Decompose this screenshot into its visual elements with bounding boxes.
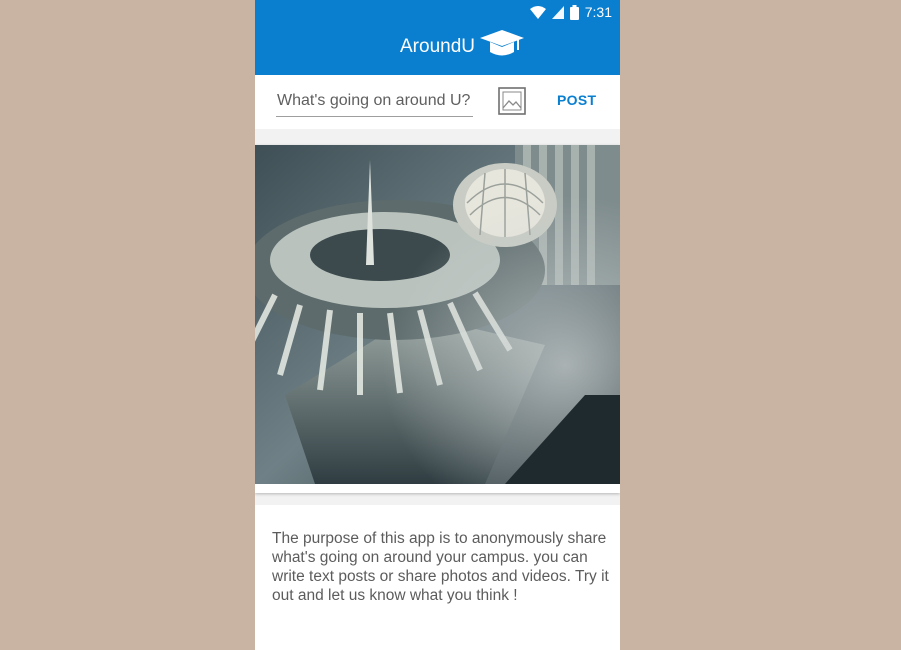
signal-icon [551,5,564,19]
photo-post-card[interactable] [255,145,620,493]
status-bar: 7:31 [529,3,612,21]
wifi-icon [529,5,546,19]
phone-screen: 7:31 AroundU POST [255,0,620,650]
app-title: AroundU [255,30,620,58]
post-button[interactable]: POST [557,92,596,108]
compose-input[interactable] [276,88,473,117]
app-bar: 7:31 AroundU [255,0,620,75]
watermark: free for personal use [255,630,375,645]
graduation-cap-icon [480,30,524,56]
skyscraper-photo [255,145,620,484]
battery-icon [569,4,579,20]
text-post-card[interactable]: The purpose of this app is to anonymousl… [255,505,620,650]
image-icon[interactable] [498,87,526,115]
post-text: The purpose of this app is to anonymousl… [272,530,609,604]
app-title-text: AroundU [400,36,475,57]
status-time: 7:31 [584,4,612,20]
